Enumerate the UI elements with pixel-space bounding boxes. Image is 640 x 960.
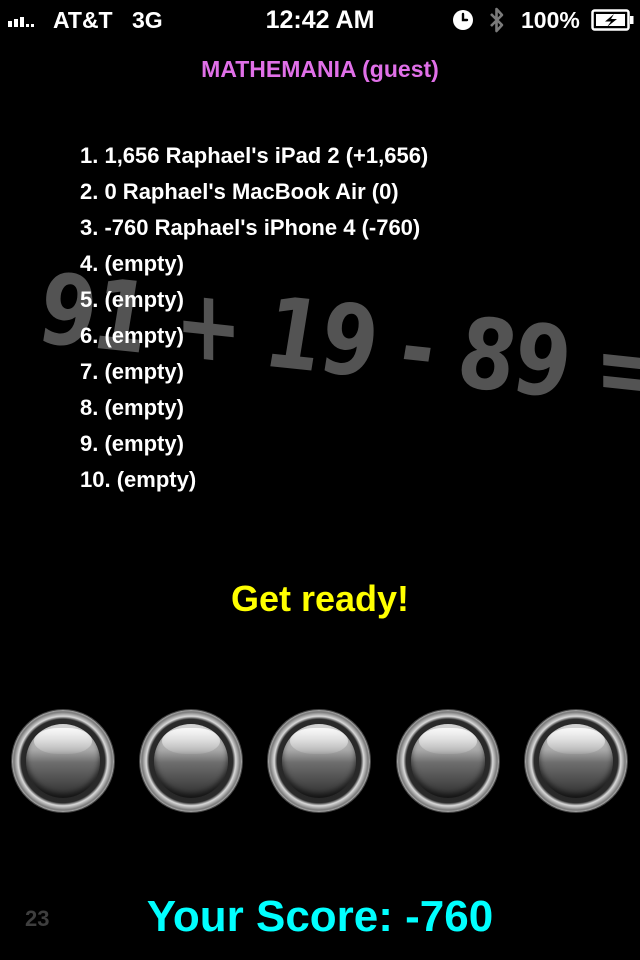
button-shine — [290, 728, 348, 754]
leaderboard-entry: 5. (empty) — [80, 287, 184, 312]
leaderboard-entry: 2. 0 Raphael's MacBook Air (0) — [80, 179, 399, 204]
leaderboard-entry: 4. (empty) — [80, 251, 184, 276]
alarm-icon — [453, 10, 473, 30]
button-shine — [547, 728, 605, 754]
leaderboard: 1. 1,656 Raphael's iPad 2 (+1,656) 2. 0 … — [80, 140, 428, 500]
status-bar: AT&T 3G 12:42 AM 100% — [0, 0, 640, 40]
answer-buttons — [12, 710, 628, 814]
battery-percent: 100% — [521, 7, 580, 33]
leaderboard-entry: 10. (empty) — [80, 467, 197, 492]
leaderboard-entry: 1. 1,656 Raphael's iPad 2 (+1,656) — [80, 143, 429, 168]
answer-button-2[interactable] — [140, 710, 242, 812]
leaderboard-entry: 6. (empty) — [80, 323, 184, 348]
answer-button-1[interactable] — [12, 710, 114, 812]
answer-button-5[interactable] — [525, 710, 627, 812]
answer-button-3[interactable] — [268, 710, 370, 812]
game-title: MATHEMANIA (guest) — [201, 56, 439, 82]
score-display: Your Score: -760 — [146, 892, 494, 941]
button-shine — [419, 728, 477, 754]
button-shine — [34, 728, 92, 754]
answer-button-4[interactable] — [397, 710, 499, 812]
leaderboard-entry: 9. (empty) — [80, 431, 184, 456]
status-message: Get ready! — [230, 578, 410, 619]
leaderboard-entry: 3. -760 Raphael's iPhone 4 (-760) — [80, 215, 421, 240]
bluetooth-icon — [490, 7, 504, 33]
button-shine — [162, 728, 220, 754]
battery-charging-icon — [591, 9, 634, 31]
leaderboard-entry: 7. (empty) — [80, 359, 184, 384]
leaderboard-entry: 8. (empty) — [80, 395, 184, 420]
